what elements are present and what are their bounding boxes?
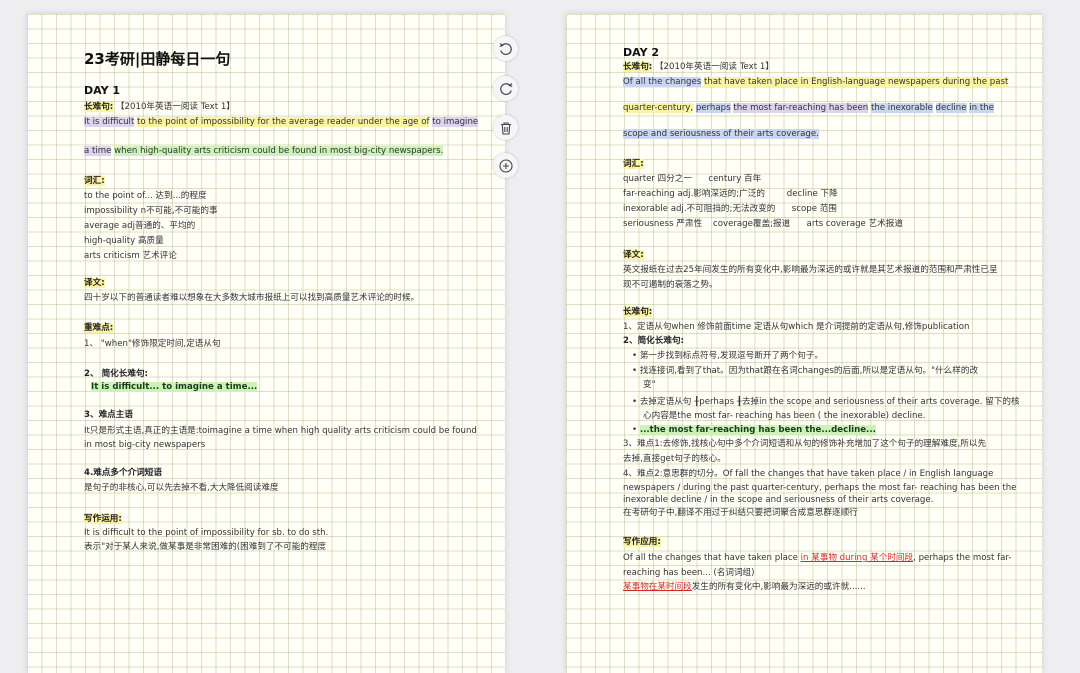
- analysis-point-3: 3、难点1:去修饰,找核心句中多个介词短语和从句的修饰补充增加了这个句子的理解难…: [623, 439, 987, 449]
- vocab-list: quarter 四分之一 century 百年 far-reaching adj…: [623, 172, 903, 232]
- writing-label: 写作应用:: [623, 537, 661, 547]
- sentence-line-1: It is difficult to the point of impossib…: [84, 115, 479, 130]
- writing-highlight: 某事物在某时间段: [623, 582, 692, 592]
- zoom-in-button[interactable]: [493, 153, 518, 178]
- sentence-subject: It is difficult: [84, 117, 135, 127]
- long-sentence-header: 长难句: 【2010年英语一阅读 Text 1】: [84, 100, 235, 115]
- analysis-label: 长难句:: [623, 307, 653, 317]
- analysis-point-4-line-4: 在考研句子中,翻译不用过于纠结只要把词聚合成意思群逐顺行: [623, 508, 858, 518]
- bullet-3: • 去掉定语从句 ╂perhaps ╂去掉in the scope and se…: [632, 397, 1020, 407]
- bullet-4: • ...the most far-reaching has been the.…: [632, 425, 876, 435]
- simplified-sentence: It is difficult... to imagine a time...: [91, 382, 258, 392]
- phrase-text: 是句子的非核心,可以先去掉不看,大大降低阅读难度: [84, 483, 279, 493]
- long-sentence-label: 长难句:: [84, 102, 114, 112]
- vocab-list: to the point of... 达到...的程度 impossibilit…: [84, 189, 218, 264]
- long-sentence-label: 长难句:: [623, 62, 653, 72]
- sentence-line-3: scope and seriousness of their arts cove…: [623, 129, 819, 139]
- sentence-line-1: Of all the changes that have taken place…: [623, 77, 1009, 87]
- key-points-label: 重难点:: [84, 323, 114, 333]
- page-title: 23考研|田静每日一句: [84, 50, 231, 68]
- bullet-3-cont: 心内容是the most far- reaching has been ( th…: [643, 411, 926, 421]
- vocab-item: average adj普通的、平均的: [84, 221, 196, 231]
- writing-label: 写作运用:: [84, 514, 122, 524]
- bullet-1: • 第一步找到标点符号,发现逗号断开了两个句子。: [632, 351, 824, 361]
- day-heading: DAY 2: [623, 46, 660, 59]
- sentence-object: a time: [84, 146, 112, 156]
- bullet-2-cont: 变": [643, 380, 656, 390]
- analysis-point-2: 2、简化长难句:: [623, 336, 684, 346]
- sentence-modifier: to the point of impossibility for the av…: [137, 117, 430, 127]
- vocab-item: arts criticism 艺术评论: [84, 251, 177, 261]
- sentence-clause: when high-quality arts criticism could b…: [114, 146, 444, 156]
- long-sentence-source: 【2010年英语一阅读 Text 1】: [115, 102, 235, 112]
- vocab-label: 词汇:: [623, 159, 644, 169]
- trash-icon: [500, 121, 511, 135]
- vocab-item: high-quality 高质量: [84, 236, 164, 246]
- day-heading: DAY 1: [84, 84, 121, 97]
- vocab-item: inexorable adj.不可阻挡的;无法改变的 scope 范围: [623, 204, 837, 214]
- writing-line-3: 某事物在某时间段发生的所有变化中,影响最为深远的或许就......: [623, 582, 866, 592]
- vocab-label: 词汇:: [84, 176, 105, 186]
- vocab-item: to the point of... 达到...的程度: [84, 191, 207, 201]
- writing-line-2: reaching has been... (名词词组): [623, 568, 755, 578]
- phrase-label: 4.难点多个介词短语: [84, 468, 162, 478]
- long-sentence-source: 【2010年英语一阅读 Text 1】: [654, 62, 774, 72]
- bullet-2: • 找连接词,看到了that。因为that跟在名词changes的后面,所以是定…: [632, 366, 979, 376]
- translation-label: 译文:: [623, 250, 644, 260]
- rotate-left-icon: [499, 42, 512, 55]
- sentence-line-2: a time when high-quality arts criticism …: [84, 144, 444, 159]
- analysis-point-1: 1、定语从句when 修饰前面time 定语从句which 是介词提前的定语从句…: [623, 322, 970, 332]
- delete-button[interactable]: [493, 115, 518, 140]
- writing-line-2: 表示"对于某人来说,做某事是非常困难的(困难到了不可能的程度: [84, 542, 327, 552]
- rotate-right-icon: [499, 82, 512, 95]
- analysis-point-4: 4、难点2:意思群的切分。Of fall the changes that ha…: [623, 469, 994, 479]
- long-sentence-header: 长难句: 【2010年英语一阅读 Text 1】: [623, 60, 774, 75]
- vocab-item: quarter 四分之一 century 百年: [623, 174, 762, 184]
- document-page-2: DAY 2 长难句: 【2010年英语一阅读 Text 1】 Of all th…: [566, 14, 1042, 673]
- rotate-right-button[interactable]: [493, 76, 518, 101]
- writing-line-1: It is difficult to the point of impossib…: [84, 528, 329, 538]
- subject-label: 3、难点主语: [84, 410, 133, 420]
- vocab-item: far-reaching adj.影响深远的;广泛的 decline 下降: [623, 189, 838, 199]
- vocab-item: impossibility n不可能,不可能的事: [84, 206, 218, 216]
- subject-line-1: It只是形式主语,真正的主语是:toimagine a time when hi…: [84, 426, 477, 436]
- rotate-left-button[interactable]: [493, 36, 518, 61]
- vocab-item: seriousness 严肃性 coverage覆盖;报道 arts cover…: [623, 219, 903, 229]
- document-page-1: 23考研|田静每日一句 DAY 1 长难句: 【2010年英语一阅读 Text …: [27, 14, 505, 673]
- sentence-line-2: quarter-century, perhaps the most far-re…: [623, 103, 994, 113]
- zoom-in-icon: [498, 158, 513, 173]
- translation-text: 四十岁以下的普通读者难以想象在大多数大城市报纸上可以找到高质量艺术评论的时候。: [84, 293, 420, 303]
- writing-line-1: Of all the changes that have taken place…: [623, 553, 1012, 563]
- analysis-point-3-cont: 去掉,直接get句子的核心。: [623, 454, 726, 464]
- translation-label: 译文:: [84, 278, 105, 288]
- sentence-infinitive: to imagine: [432, 117, 479, 127]
- key-point-1: 1、 "when"修饰限定时间,定语从句: [84, 339, 221, 349]
- translation-line-2: 现不可遏制的衰落之势。: [623, 280, 718, 290]
- translation-line-1: 英文报纸在过去25年间发生的所有变化中,影响最为深远的或许就是其艺术报道的范围和…: [623, 265, 998, 275]
- writing-highlight: in 某事物 during 某个时间段: [800, 553, 914, 563]
- subject-line-2: in most big-city newspapers: [84, 440, 206, 450]
